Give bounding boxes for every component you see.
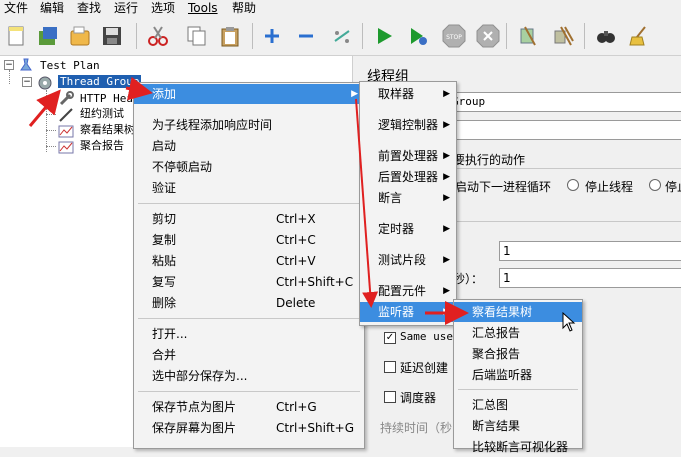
tree-node-test-plan[interactable]: Test Plan xyxy=(40,59,100,72)
toolbar: STOP xyxy=(0,18,681,56)
radio-stop-test[interactable] xyxy=(649,179,661,191)
menu-options[interactable]: 选项 xyxy=(151,1,175,15)
scheduler-checkbox[interactable] xyxy=(384,391,396,403)
thread-count-field[interactable]: 1 xyxy=(499,241,681,261)
action-on-error-label: 要执行的动作 xyxy=(453,153,526,167)
menu-item-sampler[interactable]: 取样器 ▶ xyxy=(360,84,456,104)
menu-item-comparison-visualizer[interactable]: 比较断言可视化器 xyxy=(454,437,582,457)
copy-icon[interactable] xyxy=(182,22,210,50)
menu-item-start[interactable]: 启动 xyxy=(134,136,364,156)
collapse-icon[interactable] xyxy=(292,22,320,50)
submenu-arrow-icon: ▶ xyxy=(443,255,450,265)
radio-next-loop-label: 启动下一进程循环 xyxy=(455,180,552,194)
menu-item-assertion[interactable]: 断言 ▶ xyxy=(360,188,456,208)
menu-item-post-processor[interactable]: 后置处理器 ▶ xyxy=(360,167,456,187)
submenu-arrow-icon: ▶ xyxy=(443,89,450,99)
menu-item-cut[interactable]: 剪切 Ctrl+X xyxy=(134,209,364,229)
stop-icon[interactable]: STOP xyxy=(440,22,468,50)
rampup-field[interactable]: 1 xyxy=(499,268,681,288)
menu-run[interactable]: 运行 xyxy=(114,1,138,15)
radio-stop-test-label: 停止 xyxy=(665,180,681,194)
menu-item-listener[interactable]: 监听器 ▶ xyxy=(360,302,456,322)
submenu-arrow-icon: ▶ xyxy=(443,193,450,203)
submenu-arrow-icon: ▶ xyxy=(351,89,358,99)
delay-create-checkbox[interactable] xyxy=(384,361,396,373)
menu-item-test-fragment[interactable]: 测试片段 ▶ xyxy=(360,250,456,270)
menubar: 文件 编辑 查找 运行 选项 Tools 帮助 xyxy=(0,0,681,18)
menu-search[interactable]: 查找 xyxy=(77,1,101,15)
menu-item-start-no-pause[interactable]: 不停顿启动 xyxy=(134,157,364,177)
menu-item-summary-graph[interactable]: 汇总图 xyxy=(454,395,582,415)
menu-item-delete[interactable]: 删除 Delete xyxy=(134,293,364,313)
tree-node-view-results-tree[interactable]: 察看结果树 xyxy=(80,123,135,136)
clear-icon[interactable] xyxy=(514,22,542,50)
menu-item-save-selection[interactable]: 选中部分保存为... xyxy=(134,366,364,386)
menu-item-add-think-time[interactable]: 为子线程添加响应时间 xyxy=(134,115,364,135)
templates-icon[interactable] xyxy=(34,22,62,50)
same-user-label: Same use xyxy=(400,330,453,343)
context-menu: 添加 ▶ 为子线程添加响应时间 启动 不停顿启动 验证 剪切 Ctrl+X 复制 Ct… xyxy=(133,82,365,449)
cut-icon[interactable] xyxy=(144,22,172,50)
menu-item-duplicate[interactable]: 复写 Ctrl+Shift+C xyxy=(134,272,364,292)
shutdown-icon[interactable] xyxy=(474,22,502,50)
delay-create-label: 延迟创建 xyxy=(400,361,449,375)
tree-node-http-header[interactable]: HTTP Head xyxy=(80,92,140,105)
submenu-arrow-icon: ▶ xyxy=(443,120,450,130)
new-icon[interactable] xyxy=(2,22,30,50)
test-plan-icon xyxy=(18,58,34,75)
radio-stop-thread[interactable] xyxy=(567,179,579,191)
tree-node-thread-group[interactable]: Thread Group xyxy=(58,75,142,88)
start-no-pause-icon[interactable] xyxy=(404,22,432,50)
menu-item-timer[interactable]: 定时器 ▶ xyxy=(360,219,456,239)
toggle-icon[interactable] xyxy=(328,22,356,50)
menu-item-config-element[interactable]: 配置元件 ▶ xyxy=(360,281,456,301)
menu-item-pre-processor[interactable]: 前置处理器 ▶ xyxy=(360,146,456,166)
menu-file[interactable]: 文件 xyxy=(4,1,28,15)
open-icon[interactable] xyxy=(66,22,94,50)
svg-text:STOP: STOP xyxy=(446,34,462,41)
scheduler-label: 调度器 xyxy=(400,391,437,405)
menu-item-backend-listener[interactable]: 后端监听器 xyxy=(454,365,582,385)
duration-label: 持续时间（秒 xyxy=(380,421,453,435)
expand-icon[interactable] xyxy=(258,22,286,50)
submenu-arrow-icon: ▶ xyxy=(443,151,450,161)
menu-item-open[interactable]: 打开... xyxy=(134,324,364,344)
menu-help[interactable]: 帮助 xyxy=(232,1,256,15)
menu-edit[interactable]: 编辑 xyxy=(40,1,64,15)
menu-item-save-node-image[interactable]: 保存节点为图片 Ctrl+G xyxy=(134,397,364,417)
start-icon[interactable] xyxy=(370,22,398,50)
collapse-toggle-icon[interactable]: − xyxy=(22,77,32,87)
menu-item-copy[interactable]: 复制 Ctrl+C xyxy=(134,230,364,250)
clear-all-icon[interactable] xyxy=(550,22,578,50)
radio-stop-thread-label: 停止线程 xyxy=(585,180,634,194)
mouse-cursor-icon xyxy=(562,311,576,335)
submenu-arrow-icon: ▶ xyxy=(443,286,450,296)
comments-field[interactable] xyxy=(451,120,681,140)
paste-icon[interactable] xyxy=(216,22,244,50)
rampup-label: 秒）： xyxy=(453,272,484,286)
save-icon[interactable] xyxy=(98,22,126,50)
collapse-toggle-icon[interactable]: − xyxy=(4,60,14,70)
menu-item-paste[interactable]: 粘贴 Ctrl+V xyxy=(134,251,364,271)
menu-item-add[interactable]: 添加 ▶ xyxy=(134,84,364,104)
menu-item-logic-controller[interactable]: 逻辑控制器 ▶ xyxy=(360,115,456,135)
menu-item-assertion-results[interactable]: 断言结果 xyxy=(454,416,582,436)
reset-search-icon[interactable] xyxy=(626,22,654,50)
submenu-arrow-icon: ▶ xyxy=(443,307,450,317)
tree-node-aggregate-report[interactable]: 聚合报告 xyxy=(80,139,124,152)
same-user-checkbox[interactable]: ✓ xyxy=(384,332,396,344)
submenu-arrow-icon: ▶ xyxy=(443,172,450,182)
menu-tools[interactable]: Tools xyxy=(188,1,218,15)
listener-chart-icon xyxy=(58,139,74,158)
menu-item-aggregate-report[interactable]: 聚合报告 xyxy=(454,344,582,364)
thread-group-gear-icon xyxy=(36,75,54,94)
submenu-arrow-icon: ▶ xyxy=(443,224,450,234)
menu-item-validate[interactable]: 验证 xyxy=(134,178,364,198)
search-icon[interactable] xyxy=(592,22,620,50)
name-field[interactable]: Group xyxy=(451,92,681,112)
menu-item-merge[interactable]: 合并 xyxy=(134,345,364,365)
menu-item-save-screen-image[interactable]: 保存屏幕为图片 Ctrl+Shift+G xyxy=(134,418,364,438)
add-submenu: 取样器 ▶ 逻辑控制器 ▶ 前置处理器 ▶ 后置处理器 ▶ 断言 ▶ 定时器 ▶ 测试片段 ▶… xyxy=(359,81,457,326)
tree-node-sampler[interactable]: 纽约测试 xyxy=(80,107,124,120)
